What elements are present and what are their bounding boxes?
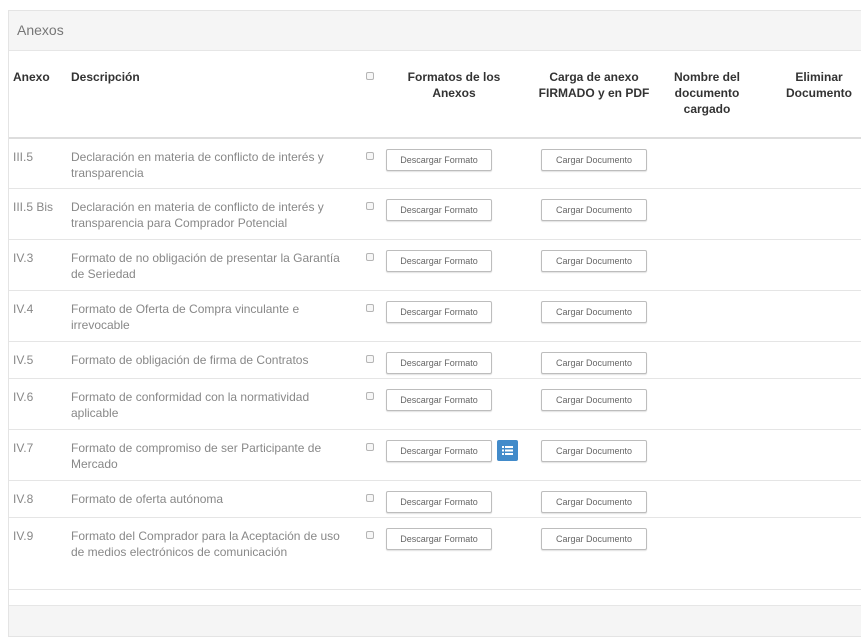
header-carga: Carga de anexo FIRMADO y en PDF bbox=[538, 70, 650, 100]
upload-document-button[interactable]: Cargar Documento bbox=[541, 389, 647, 411]
list-icon-button[interactable] bbox=[497, 440, 518, 461]
download-format-button[interactable]: Descargar Formato bbox=[386, 250, 492, 272]
row-checkbox[interactable] bbox=[366, 392, 374, 400]
header-descripcion: Descripción bbox=[71, 70, 140, 84]
header-formatos: Formatos de los Anexos bbox=[407, 70, 501, 100]
table-row: IV.9 Formato del Comprador para la Acepta… bbox=[9, 518, 861, 590]
download-format-button[interactable]: Descargar Formato bbox=[386, 301, 492, 323]
panel-footer bbox=[9, 605, 861, 636]
table-row: IV.4 Formato de Oferta de Compra vinculan… bbox=[9, 291, 861, 342]
table-header: Anexo Descripción Formatos de los Anexos… bbox=[9, 61, 861, 139]
upload-document-button[interactable]: Cargar Documento bbox=[541, 491, 647, 513]
anexo-description: Formato de conformidad con la normativid… bbox=[71, 390, 310, 420]
list-icon bbox=[502, 446, 513, 455]
panel-title: Anexos bbox=[9, 11, 861, 51]
upload-document-button[interactable]: Cargar Documento bbox=[541, 440, 647, 462]
anexo-description: Declaración en materia de conflicto de i… bbox=[71, 200, 324, 230]
row-checkbox[interactable] bbox=[366, 443, 374, 451]
anexo-description: Formato de obligación de firma de Contra… bbox=[71, 353, 309, 367]
anexo-description: Formato de no obligación de presentar la… bbox=[71, 251, 340, 281]
table-body: III.5 Declaración en materia de conflicto… bbox=[9, 139, 861, 590]
anexo-code: IV.7 bbox=[13, 441, 34, 455]
anexo-description: Formato de compromiso de ser Participant… bbox=[71, 441, 322, 471]
header-anexo: Anexo bbox=[13, 70, 50, 84]
row-checkbox[interactable] bbox=[366, 355, 374, 363]
anexo-description: Formato de oferta autónoma bbox=[71, 492, 224, 506]
download-format-button[interactable]: Descargar Formato bbox=[386, 528, 492, 550]
anexos-table: Anexo Descripción Formatos de los Anexos… bbox=[9, 61, 861, 590]
download-format-button[interactable]: Descargar Formato bbox=[386, 149, 492, 171]
row-checkbox[interactable] bbox=[366, 253, 374, 261]
select-all-checkbox[interactable] bbox=[366, 72, 374, 80]
anexo-code: IV.6 bbox=[13, 390, 34, 404]
download-format-button[interactable]: Descargar Formato bbox=[386, 440, 492, 462]
table-row: III.5 Bis Declaración en materia de confl… bbox=[9, 189, 861, 240]
table-row: III.5 Declaración en materia de conflicto… bbox=[9, 139, 861, 189]
table-row: IV.3 Formato de no obligación de presenta… bbox=[9, 240, 861, 291]
upload-document-button[interactable]: Cargar Documento bbox=[541, 301, 647, 323]
upload-document-button[interactable]: Cargar Documento bbox=[541, 199, 647, 221]
download-format-button[interactable]: Descargar Formato bbox=[386, 199, 492, 221]
upload-document-button[interactable]: Cargar Documento bbox=[541, 528, 647, 550]
download-format-button[interactable]: Descargar Formato bbox=[386, 389, 492, 411]
anexo-description: Declaración en materia de conflicto de i… bbox=[71, 150, 324, 180]
anexo-description: Formato de Oferta de Compra vinculante e… bbox=[71, 302, 300, 332]
table-row: IV.5 Formato de obligación de firma de Co… bbox=[9, 342, 861, 379]
anexo-code: IV.8 bbox=[13, 492, 34, 506]
anexo-code: IV.3 bbox=[13, 251, 34, 265]
upload-document-button[interactable]: Cargar Documento bbox=[541, 149, 647, 171]
header-nombre: Nombre del documento cargado bbox=[673, 70, 740, 116]
row-checkbox[interactable] bbox=[366, 304, 374, 312]
download-format-button[interactable]: Descargar Formato bbox=[386, 491, 492, 513]
row-checkbox[interactable] bbox=[366, 531, 374, 539]
row-checkbox[interactable] bbox=[366, 152, 374, 160]
anexos-panel: Anexos Anexo Descripción Formatos de los… bbox=[8, 10, 861, 637]
upload-document-button[interactable]: Cargar Documento bbox=[541, 352, 647, 374]
row-checkbox[interactable] bbox=[366, 494, 374, 502]
upload-document-button[interactable]: Cargar Documento bbox=[541, 250, 647, 272]
anexo-description: Formato del Comprador para la Aceptación… bbox=[71, 529, 340, 559]
header-eliminar: Eliminar Documento bbox=[786, 70, 852, 100]
row-checkbox[interactable] bbox=[366, 202, 374, 210]
anexo-code: IV.4 bbox=[13, 302, 34, 316]
download-format-button[interactable]: Descargar Formato bbox=[386, 352, 492, 374]
anexo-code: III.5 Bis bbox=[13, 200, 54, 214]
anexo-code: III.5 bbox=[13, 150, 34, 164]
anexo-code: IV.5 bbox=[13, 353, 34, 367]
anexo-code: IV.9 bbox=[13, 529, 34, 543]
table-row: IV.7 Formato de compromiso de ser Partici… bbox=[9, 430, 861, 481]
table-row: IV.6 Formato de conformidad con la normat… bbox=[9, 379, 861, 430]
table-row: IV.8 Formato de oferta autónoma Descargar … bbox=[9, 481, 861, 518]
